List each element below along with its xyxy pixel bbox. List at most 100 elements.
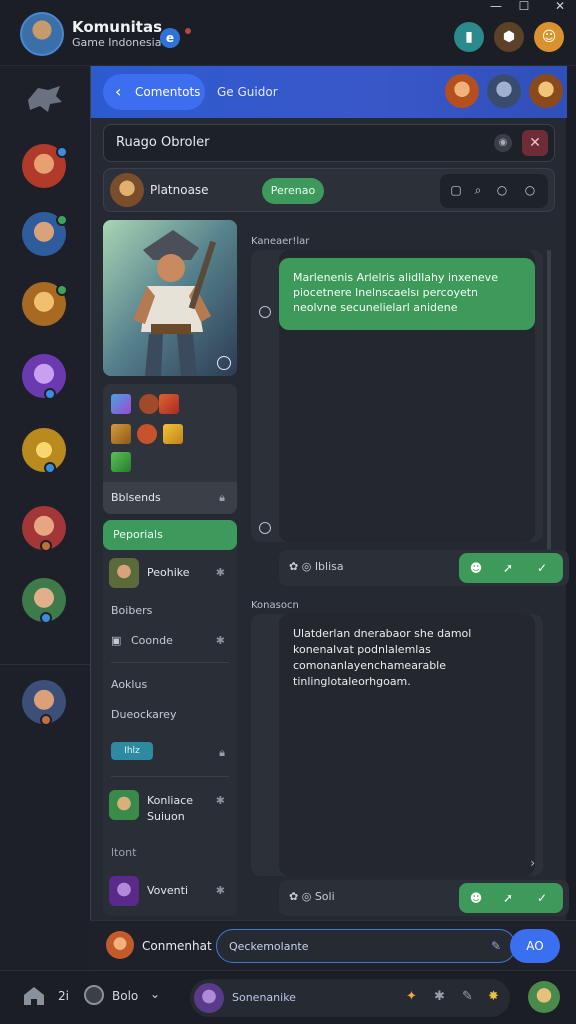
action-label: ✿ ◎ Soli	[289, 890, 335, 903]
check-icon[interactable]: ✓	[533, 889, 551, 907]
member-avatar[interactable]	[487, 74, 521, 108]
tab-guide[interactable]: Ge Guidor	[217, 74, 278, 110]
friend-section-label: Boibers	[111, 604, 153, 617]
message-input[interactable]: Qeckemolante ✎	[216, 929, 516, 963]
friend-avatar[interactable]	[109, 876, 139, 906]
pin-icon[interactable]: ✱	[216, 884, 225, 897]
friend-icon: ▣	[111, 634, 122, 647]
app-window: Komunitas Game Indonesia e — ☐ ✕ ▮ ⬢ ☺ ‹…	[0, 0, 576, 1024]
friend-name[interactable]: Voventi	[147, 884, 188, 897]
inventory-footer[interactable]: Bblsends 🔒︎	[103, 482, 237, 514]
sword-item-icon[interactable]	[111, 394, 131, 414]
orb-item-icon[interactable]	[137, 424, 157, 444]
friend-name[interactable]: Konliace	[147, 794, 193, 807]
bottom-bar: 2i Bolo ⌄ Sonenanike ✦ ✱ ✎ ✸	[0, 970, 576, 1024]
status-chip[interactable]: Perenao	[262, 178, 324, 204]
frame-icon[interactable]: ▢	[448, 182, 464, 198]
rail-badge-icon	[56, 284, 68, 296]
message-author: Kaneaer!lar	[251, 236, 310, 247]
quick-input[interactable]: Sonenanike ✦ ✱ ✎ ✸	[190, 979, 510, 1017]
emoji-icon[interactable]: ☻	[467, 889, 485, 907]
radio-icon[interactable]	[259, 522, 271, 534]
friends-header[interactable]: Peporials	[103, 520, 237, 550]
clear-search-button[interactable]: ✕	[522, 130, 548, 156]
app-avatar[interactable]	[20, 12, 64, 56]
member-avatar[interactable]	[445, 74, 479, 108]
composer-bar: Conmenhat Qeckemolante ✎ AO	[90, 920, 576, 970]
friend-name[interactable]: Coonde	[131, 634, 173, 647]
pin-icon[interactable]: ✱	[216, 634, 225, 647]
fire-item-icon[interactable]	[159, 394, 179, 414]
friend-chip[interactable]: Ihlz	[111, 742, 153, 760]
chevron-right-icon[interactable]: ›	[530, 856, 535, 870]
circle-icon[interactable]: ○	[494, 182, 510, 198]
chevron-down-icon[interactable]: ⌄	[150, 987, 160, 1001]
potion-item-icon[interactable]	[139, 394, 159, 414]
radio-icon[interactable]	[259, 306, 271, 318]
search-value: Ruago Obroler	[116, 135, 210, 150]
rail-badge-icon	[44, 462, 56, 474]
composer-avatar[interactable]	[106, 931, 134, 959]
scrollbar[interactable]	[547, 250, 551, 550]
share-icon[interactable]: ➚	[499, 889, 517, 907]
quick-input-text: Sonenanike	[232, 991, 296, 1004]
tab-comments[interactable]: ‹ Comentots	[103, 74, 205, 110]
profile-name: Platnoase	[150, 183, 209, 197]
attach-icon[interactable]: ✎	[491, 939, 501, 953]
profile-avatar-bottom[interactable]	[528, 981, 560, 1013]
action-text: Iblisa	[314, 560, 344, 573]
toolbar-group: ▢ ⌕ ○ ○	[440, 174, 548, 208]
inventory-label: Bblsends	[111, 491, 161, 504]
lock-icon: 🔒︎	[219, 746, 225, 759]
status-icon[interactable]	[84, 985, 104, 1005]
friend-name[interactable]: Dueockarey	[111, 708, 176, 721]
rail-badge-icon	[40, 540, 52, 552]
composer-label: Conmenhat	[142, 939, 212, 953]
close-window-button[interactable]: ✕	[548, 0, 572, 12]
quick-avatar[interactable]	[194, 983, 224, 1013]
circle-icon[interactable]: ○	[522, 182, 538, 198]
check-icon[interactable]: ✓	[533, 559, 551, 577]
brush-icon[interactable]: ✎	[462, 989, 473, 1004]
leaf-item-icon[interactable]	[163, 424, 183, 444]
emoji-icon[interactable]: ☻	[467, 559, 485, 577]
spark-icon[interactable]: ✦	[406, 989, 417, 1004]
status-label[interactable]: Bolo	[112, 989, 138, 1003]
pin-icon[interactable]: ✱	[434, 989, 445, 1004]
message-actions: ✿ ◎ Soli ☻ ➚ ✓	[279, 880, 569, 916]
gear-icon[interactable]: ✱	[216, 794, 225, 807]
search-icon[interactable]: ⌕	[470, 182, 486, 198]
share-icon[interactable]: ➚	[499, 559, 517, 577]
user-avatar-button[interactable]: ☺	[534, 22, 564, 52]
friend-avatar[interactable]	[109, 558, 139, 588]
message-text[interactable]: Ulatderlan dnerabaor she damol konenalva…	[293, 626, 533, 690]
inventory-panel: Bblsends 🔒︎	[103, 384, 237, 514]
check-item-icon[interactable]	[111, 452, 131, 472]
home-logo-icon[interactable]	[24, 82, 64, 116]
app-subtitle: Game Indonesia	[72, 36, 162, 49]
friend-name[interactable]: Peohike	[147, 566, 190, 579]
info-icon[interactable]	[217, 356, 231, 370]
send-button[interactable]: AO	[510, 929, 560, 963]
home-icon[interactable]	[22, 985, 46, 1007]
server-rail	[0, 66, 90, 970]
profile-avatar[interactable]	[110, 173, 144, 207]
settings-icon[interactable]: ◉	[494, 134, 512, 152]
rail-badge-icon	[44, 388, 56, 400]
minimize-button[interactable]: —	[484, 0, 508, 12]
message-bubble[interactable]: Marlenenis Arlelris alidllahy inxeneve p…	[279, 258, 535, 330]
shield-icon[interactable]: ⬢	[494, 22, 524, 52]
divider	[111, 662, 229, 663]
rail-badge-icon	[40, 714, 52, 726]
reaction-group: ☻ ➚ ✓	[459, 883, 563, 913]
member-avatar[interactable]	[529, 74, 563, 108]
pin-icon[interactable]: ✱	[216, 566, 225, 579]
star-icon[interactable]: ✸	[488, 989, 499, 1004]
shield-item-icon[interactable]	[111, 424, 131, 444]
hero-image[interactable]	[103, 220, 237, 376]
message-card: Marlenenis Arlelris alidllahy inxeneve p…	[251, 250, 543, 542]
friend-avatar[interactable]	[109, 790, 139, 820]
notifications-icon[interactable]: ▮	[454, 22, 484, 52]
maximize-button[interactable]: ☐	[512, 0, 536, 12]
search-input[interactable]: Ruago Obroler ◉ ✕	[103, 124, 555, 162]
